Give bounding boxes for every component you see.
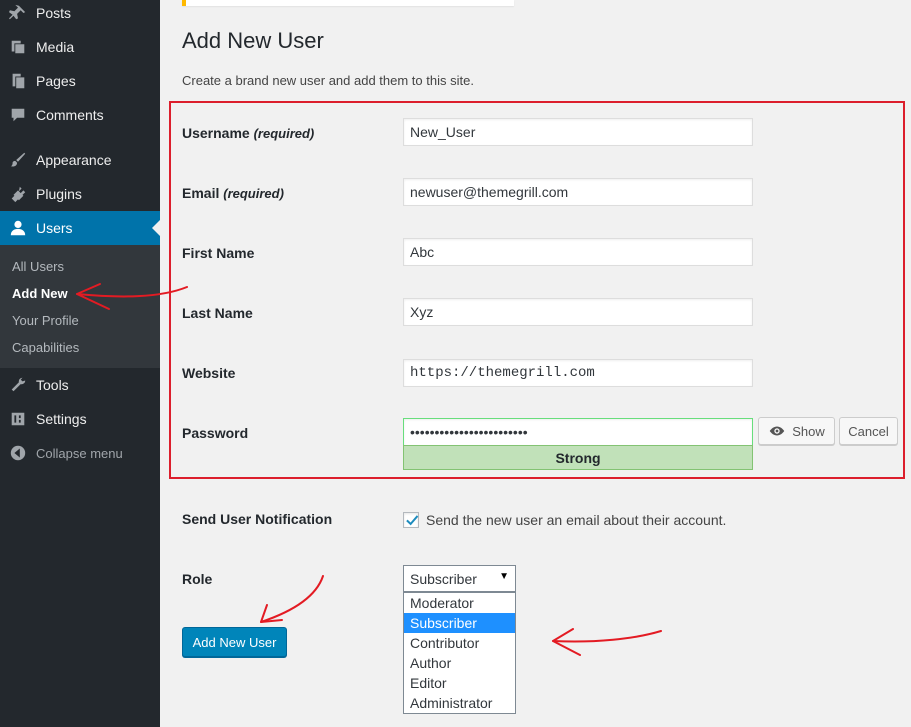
annotation-arrow-submit xyxy=(260,575,324,623)
password-input[interactable]: •••••••••••••••••••••••• xyxy=(403,418,753,446)
submenu-add-new[interactable]: Add New xyxy=(12,283,68,303)
email-label: Email (required) xyxy=(182,185,284,201)
username-input[interactable]: New_User xyxy=(403,118,753,146)
chevron-down-icon: ▼ xyxy=(499,571,509,582)
email-value: newuser@themegrill.com xyxy=(410,184,569,200)
menu-label: Comments xyxy=(36,107,104,123)
menu-plugins[interactable]: Plugins xyxy=(0,177,160,211)
admin-sidebar: Posts Media Pages Comments Appearance Pl… xyxy=(0,0,160,727)
required-marker: (required) xyxy=(223,186,284,201)
collapse-icon xyxy=(0,436,36,470)
menu-posts[interactable]: Posts xyxy=(0,0,160,30)
user-icon xyxy=(0,211,36,245)
menu-label: Tools xyxy=(36,377,69,393)
menu-pages[interactable]: Pages xyxy=(0,64,160,98)
email-input[interactable]: newuser@themegrill.com xyxy=(403,178,753,206)
submenu-capabilities[interactable]: Capabilities xyxy=(12,337,79,357)
role-option-author[interactable]: Author xyxy=(404,653,515,673)
page-description: Create a brand new user and add them to … xyxy=(182,73,474,88)
page-title: Add New User xyxy=(182,28,324,53)
role-option-subscriber[interactable]: Subscriber xyxy=(404,613,515,633)
last-name-label: Last Name xyxy=(182,305,253,321)
brush-icon xyxy=(0,143,36,177)
role-option-editor[interactable]: Editor xyxy=(404,673,515,693)
menu-label: Appearance xyxy=(36,152,112,168)
password-value: •••••••••••••••••••••••• xyxy=(410,424,528,440)
menu-tools[interactable]: Tools xyxy=(0,368,160,402)
admin-notice xyxy=(182,0,514,6)
add-new-user-button[interactable]: Add New User xyxy=(182,627,287,657)
wrench-icon xyxy=(0,368,36,402)
menu-collapse[interactable]: Collapse menu xyxy=(0,436,160,470)
plug-icon xyxy=(0,177,36,211)
submenu-all-users[interactable]: All Users xyxy=(12,256,64,276)
pages-icon xyxy=(0,64,36,98)
menu-comments[interactable]: Comments xyxy=(0,98,160,132)
comment-icon xyxy=(0,98,36,132)
password-label: Password xyxy=(182,425,249,441)
checkmark-icon xyxy=(406,515,419,526)
menu-label: Users xyxy=(36,220,73,236)
password-strength-meter: Strong xyxy=(403,445,753,470)
role-option-administrator[interactable]: Administrator xyxy=(404,693,515,713)
show-button-label: Show xyxy=(792,423,825,439)
email-label-text: Email xyxy=(182,185,220,201)
cancel-password-button[interactable]: Cancel xyxy=(839,417,898,445)
website-label: Website xyxy=(182,365,236,381)
menu-users[interactable]: Users xyxy=(0,211,160,245)
annotation-arrow-sidebar xyxy=(76,283,188,310)
menu-appearance[interactable]: Appearance xyxy=(0,143,160,177)
username-label-text: Username xyxy=(182,125,250,141)
first-name-label: First Name xyxy=(182,245,255,261)
menu-label: Pages xyxy=(36,73,76,89)
role-select[interactable]: Subscriber ▼ xyxy=(403,565,516,592)
first-name-value: Abc xyxy=(410,244,435,260)
pin-icon xyxy=(0,0,36,30)
required-marker: (required) xyxy=(253,126,315,141)
website-value: https://themegrill.com xyxy=(410,365,595,381)
menu-media[interactable]: Media xyxy=(0,30,160,64)
username-value: New_User xyxy=(410,124,476,140)
notification-text: Send the new user an email about their a… xyxy=(426,512,727,528)
website-input[interactable]: https://themegrill.com xyxy=(403,359,753,387)
menu-label: Plugins xyxy=(36,186,82,202)
username-label: Username (required) xyxy=(182,125,314,141)
show-password-button[interactable]: Show xyxy=(758,417,835,445)
role-option-moderator[interactable]: Moderator xyxy=(404,593,515,613)
role-option-contributor[interactable]: Contributor xyxy=(404,633,515,653)
eye-icon xyxy=(770,426,785,436)
menu-label: Collapse menu xyxy=(36,445,123,461)
role-selected-value: Subscriber xyxy=(410,570,477,587)
menu-label: Media xyxy=(36,39,75,55)
notification-label: Send User Notification xyxy=(182,511,333,527)
last-name-value: Xyz xyxy=(410,304,434,320)
menu-label: Posts xyxy=(36,5,72,21)
media-icon xyxy=(0,30,36,64)
settings-icon xyxy=(0,402,36,436)
menu-settings[interactable]: Settings xyxy=(0,402,160,436)
annotation-arrow-role xyxy=(552,628,662,656)
notification-checkbox[interactable] xyxy=(403,512,419,528)
menu-label: Settings xyxy=(36,411,87,427)
role-dropdown-list: Moderator Subscriber Contributor Author … xyxy=(403,592,516,714)
role-label: Role xyxy=(182,571,213,587)
first-name-input[interactable]: Abc xyxy=(403,238,753,266)
last-name-input[interactable]: Xyz xyxy=(403,298,753,326)
